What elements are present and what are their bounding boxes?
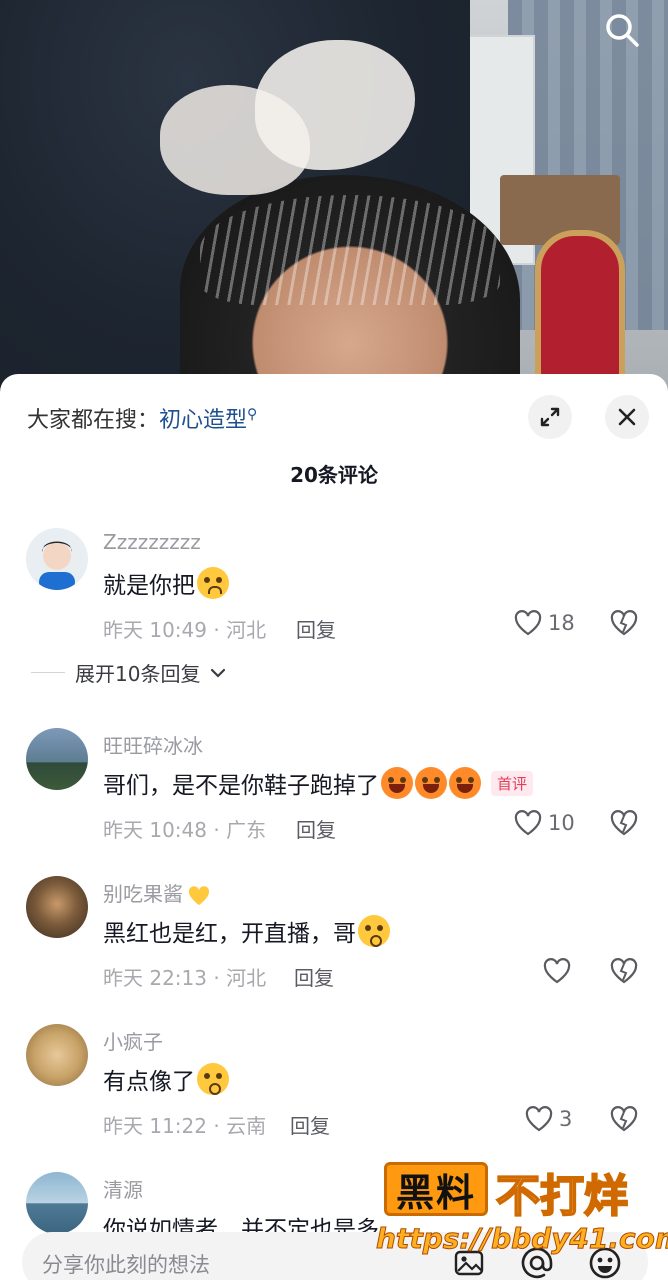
commenter-name[interactable]: Zzzzzzzzz — [103, 530, 201, 554]
comment-meta: 昨天 10:48 · 广东 — [103, 818, 267, 842]
expand-replies-button[interactable]: 展开10条回复 — [31, 658, 226, 687]
expand-button[interactable] — [528, 395, 572, 439]
heart-icon — [514, 610, 542, 636]
heart-icon — [514, 810, 542, 836]
watermark-title: 不打烊 — [495, 1170, 629, 1223]
broken-heart-icon — [610, 1106, 638, 1132]
dislike-button[interactable] — [610, 958, 638, 988]
close-icon — [618, 408, 636, 426]
avatar[interactable] — [26, 728, 88, 790]
expand-replies-label: 展开10条回复 — [75, 662, 201, 686]
shy-emoji-icon — [358, 915, 390, 947]
avatar[interactable] — [26, 1024, 88, 1086]
reply-button[interactable]: 回复 — [296, 614, 336, 643]
comment-item: 小疯子 有点像了 昨天 11:22 · 云南 回复 3 — [0, 1020, 668, 1160]
comment-item: 旺旺碎冰冰 哥们，是不是你鞋子跑掉了 首评 昨天 10:48 · 广东 回复 10 — [0, 724, 668, 864]
comment-sheet: 大家都在搜：初心造型⚲ 20条评论 Zzzzzzzzz 就是你把 昨天 10:4… — [0, 374, 668, 1280]
reply-button[interactable]: 回复 — [290, 1110, 330, 1139]
broken-heart-icon — [610, 610, 638, 636]
watermark-box: 黑料 — [384, 1162, 488, 1216]
comment-item: 别吃果酱 黑红也是红，开直播，哥 昨天 22:13 · 河北 回复 — [0, 872, 668, 1012]
reply-button[interactable]: 回复 — [296, 814, 336, 843]
like-count: 18 — [548, 611, 575, 635]
first-comment-badge: 首评 — [491, 770, 534, 796]
cry-emoji-icon — [197, 567, 229, 599]
like-count: 10 — [548, 811, 575, 835]
commenter-name[interactable]: 旺旺碎冰冰 — [103, 730, 203, 759]
avatar[interactable] — [26, 1172, 88, 1234]
commenter-name[interactable]: 小疯子 — [103, 1026, 163, 1055]
expand-icon — [540, 407, 560, 427]
laugh-emoji-icon — [381, 767, 413, 799]
dislike-button[interactable] — [610, 610, 638, 640]
chevron-down-icon — [211, 668, 226, 678]
like-button[interactable] — [543, 958, 571, 984]
avatar[interactable] — [26, 528, 88, 590]
video-hair — [200, 195, 500, 305]
dislike-button[interactable] — [610, 1106, 638, 1136]
avatar[interactable] — [26, 876, 88, 938]
trending-search[interactable]: 大家都在搜：初心造型⚲ — [27, 402, 257, 434]
trending-keyword[interactable]: 初心造型 — [159, 408, 247, 433]
like-button[interactable]: 18 — [514, 610, 575, 636]
comment-count: 20条评论 — [290, 463, 378, 487]
laugh-emoji-icon — [415, 767, 447, 799]
keyword-search-icon: ⚲ — [247, 406, 258, 423]
laugh-emoji-icon — [449, 767, 481, 799]
close-button[interactable] — [605, 395, 649, 439]
broken-heart-icon — [610, 958, 638, 984]
video-player[interactable] — [0, 0, 668, 400]
comment-meta: 昨天 10:49 · 河北 — [103, 618, 267, 642]
heart-icon — [543, 958, 571, 984]
watermark-url: https://bbdy41.com — [375, 1222, 668, 1256]
dislike-button[interactable] — [610, 810, 638, 840]
yellow-heart-icon — [188, 885, 210, 905]
comment-text: 哥们，是不是你鞋子跑掉了 首评 — [103, 766, 534, 800]
comment-text: 有点像了 — [103, 1062, 229, 1096]
search-icon[interactable] — [602, 10, 642, 50]
shy-emoji-icon — [197, 1063, 229, 1095]
watermark: 黑料 不打烊 https://bbdy41.com — [375, 1160, 668, 1260]
commenter-name[interactable]: 别吃果酱 — [103, 878, 211, 908]
like-button[interactable]: 3 — [525, 1106, 572, 1132]
comment-meta: 昨天 11:22 · 云南 — [103, 1114, 267, 1138]
input-placeholder: 分享你此刻的想法 — [42, 1253, 210, 1277]
like-button[interactable]: 10 — [514, 810, 575, 836]
commenter-name[interactable]: 清源 — [103, 1174, 143, 1203]
comment-text: 就是你把 — [103, 566, 229, 600]
trending-prefix: 大家都在搜： — [27, 408, 160, 433]
heart-icon — [525, 1106, 553, 1132]
broken-heart-icon — [610, 810, 638, 836]
comment-text: 黑红也是红，开直播，哥 — [103, 914, 390, 948]
reply-button[interactable]: 回复 — [294, 962, 334, 991]
comment-meta: 昨天 22:13 · 河北 — [103, 966, 267, 990]
sheet-header: 大家都在搜：初心造型⚲ — [0, 374, 668, 458]
divider-line — [31, 672, 65, 673]
like-count: 3 — [559, 1107, 573, 1131]
